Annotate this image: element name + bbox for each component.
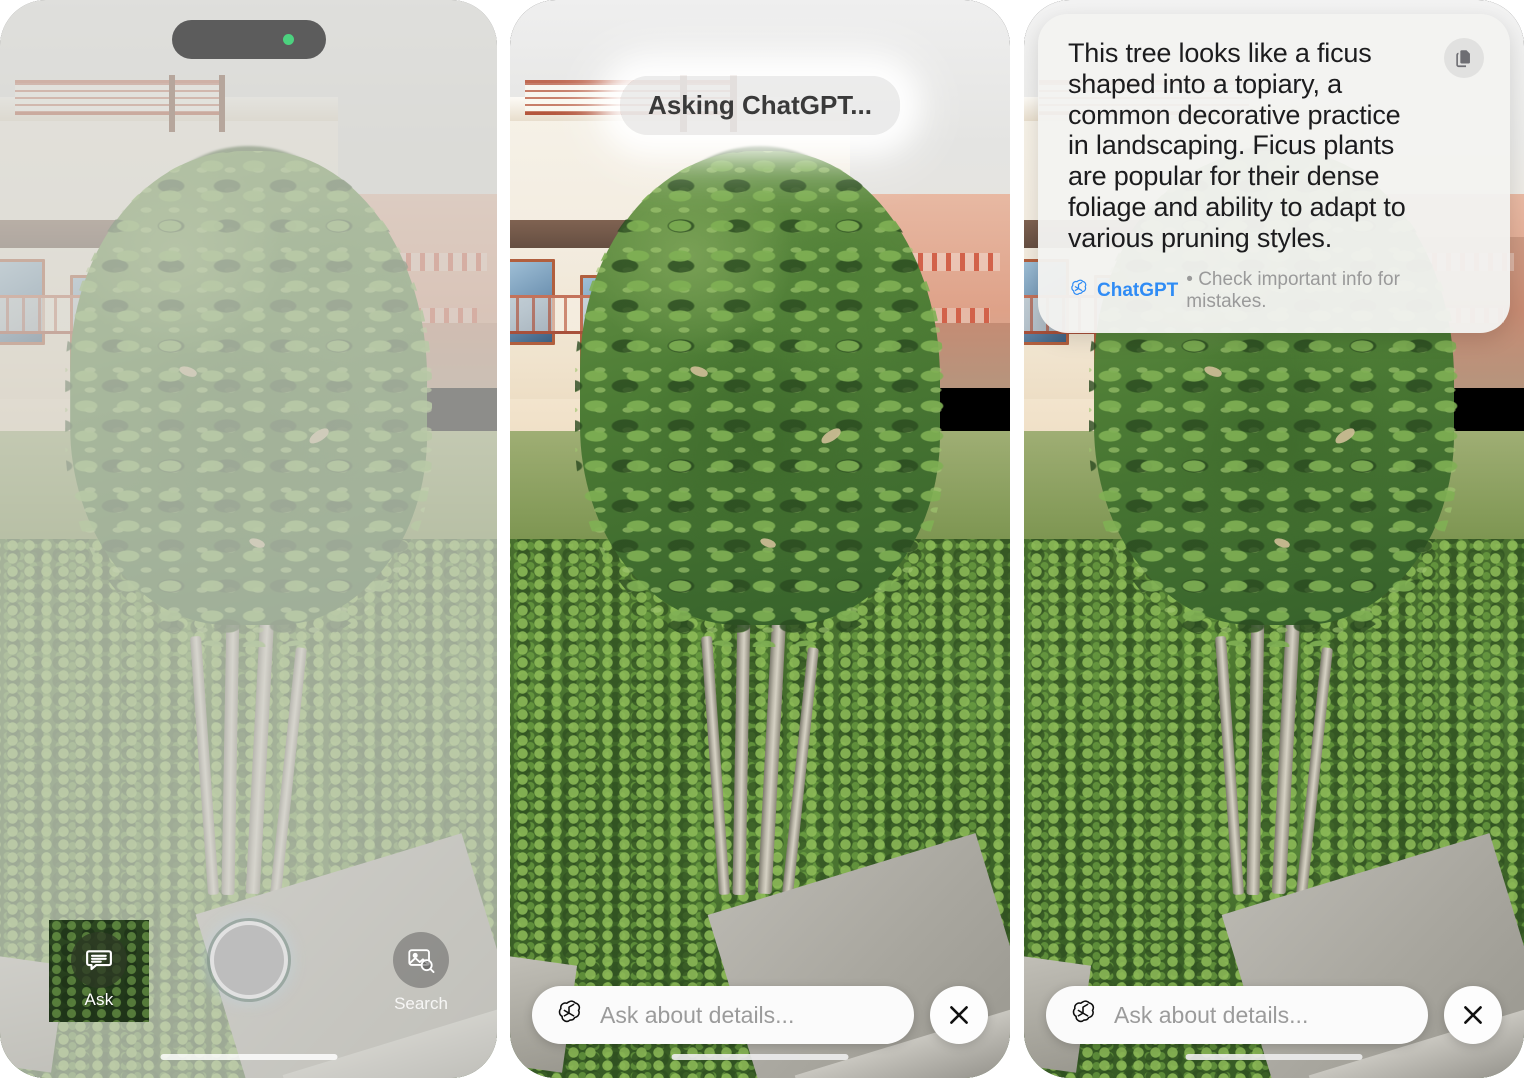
topiary-leaf-texture — [575, 150, 945, 647]
close-button[interactable] — [1444, 986, 1502, 1044]
answer-text: This tree looks like a ficus shaped into… — [1068, 38, 1406, 253]
camera-viewfinder-scene-2 — [510, 0, 1010, 1078]
ask-input-placeholder: Ask about details... — [600, 1001, 795, 1028]
close-icon — [950, 1006, 968, 1024]
home-indicator[interactable] — [1185, 1054, 1363, 1060]
brand-label: ChatGPT — [1097, 280, 1179, 302]
phone-panel-answer: This tree looks like a ficus shaped into… — [1024, 0, 1524, 1078]
camera-control-bar: Ask Search — [0, 906, 497, 1078]
dynamic-island — [171, 20, 326, 59]
disclaimer-text: • Check important info for mistakes. — [1186, 269, 1400, 313]
search-button[interactable]: Search — [393, 932, 449, 1014]
home-indicator[interactable] — [160, 1054, 337, 1060]
openai-logo-icon — [1068, 998, 1098, 1033]
ask-input[interactable]: Ask about details... — [1046, 986, 1428, 1044]
ask-input-bar: Ask about details... — [1024, 986, 1524, 1044]
ask-button-label: Ask — [84, 990, 114, 1009]
ask-input-bar: Ask about details... — [510, 986, 1010, 1044]
ask-input[interactable]: Ask about details... — [532, 986, 914, 1044]
phone-panel-asking: Asking ChatGPT... Ask about details... — [510, 0, 1010, 1078]
shutter-button[interactable] — [209, 921, 288, 999]
camera-active-dot-icon — [282, 34, 294, 45]
asking-status-pill: Asking ChatGPT... — [620, 76, 900, 135]
search-button-label: Search — [394, 994, 448, 1013]
home-indicator[interactable] — [671, 1054, 849, 1060]
ask-input-placeholder: Ask about details... — [1114, 1001, 1309, 1028]
chat-bubble-icon — [71, 932, 127, 988]
copy-pages-icon — [1456, 50, 1470, 68]
openai-logo-icon — [1068, 278, 1089, 305]
ask-button[interactable]: Ask — [49, 920, 149, 1022]
openai-logo-icon — [554, 998, 584, 1033]
screenshot-stage: Ask Search Asking ChatGPT... Ask about d… — [0, 0, 1524, 1078]
close-icon — [1464, 1006, 1482, 1024]
answer-footer: ChatGPT • Check important info for mista… — [1068, 269, 1484, 313]
photo-search-icon — [393, 932, 449, 988]
copy-button[interactable] — [1444, 38, 1484, 78]
chatgpt-answer-card: This tree looks like a ficus shaped into… — [1038, 14, 1510, 334]
close-button[interactable] — [930, 986, 988, 1044]
phone-panel-camera-idle: Ask Search — [0, 0, 497, 1078]
